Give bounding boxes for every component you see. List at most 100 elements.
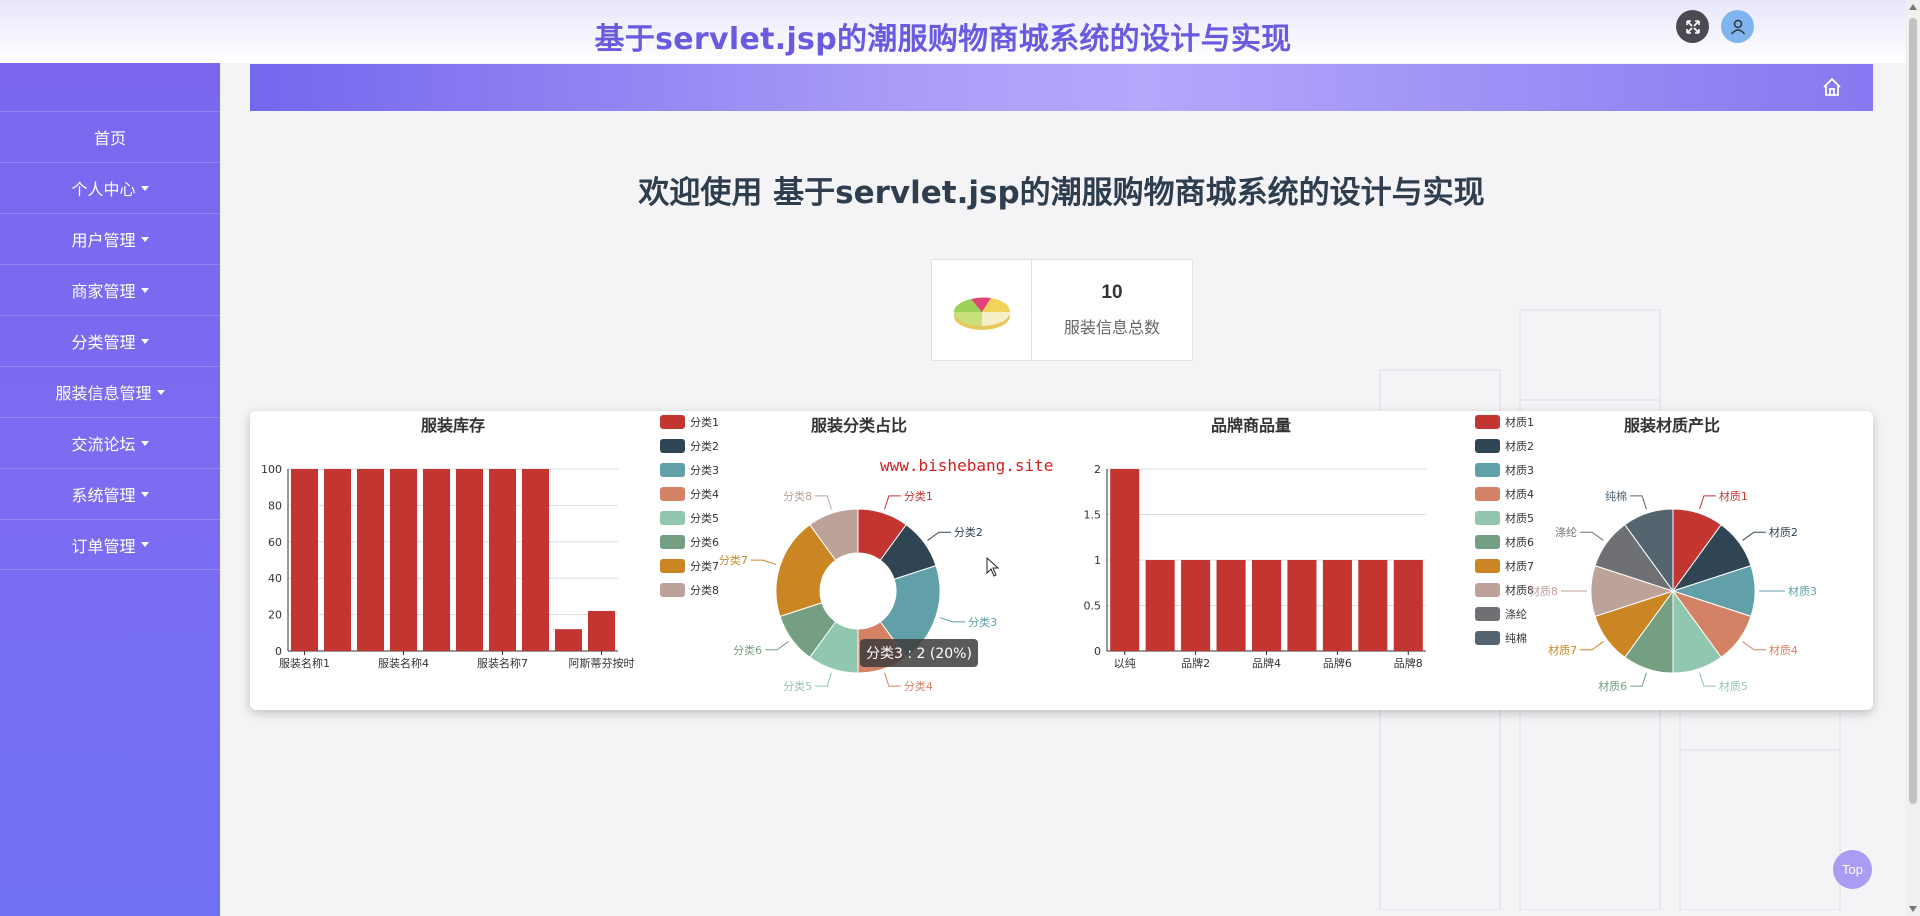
legend-label: 分类2	[690, 439, 719, 453]
legend-swatch	[1475, 607, 1500, 621]
pie-label: 材质8	[1529, 584, 1558, 598]
sidebar-item-label: 分类管理	[71, 333, 136, 352]
pie-label-line	[1742, 641, 1766, 651]
stat-label: 服装信息总数	[1063, 318, 1160, 337]
x-tick-label: 服装名称1	[279, 656, 330, 670]
caret-down-icon	[140, 338, 149, 344]
legend-swatch	[1475, 631, 1500, 645]
caret-down-icon	[156, 389, 165, 395]
sidebar-item[interactable]: 服装信息管理	[0, 366, 220, 417]
legend-swatch	[1475, 415, 1500, 429]
sidebar-item[interactable]: 首页	[0, 111, 220, 162]
sidebar-item-label: 交流论坛	[71, 435, 136, 454]
chart-title: 品牌商品量	[1211, 416, 1291, 435]
legend-label: 涤纶	[1505, 607, 1527, 621]
sidebar: 首页个人中心用户管理 商家管理分类管理服装信息管理 交流论坛系统管理 订单管理	[0, 63, 220, 916]
watermark-text: www.bishebang.site	[880, 456, 1054, 475]
y-tick-label: 0	[1094, 645, 1101, 658]
caret-down-icon	[140, 236, 149, 242]
scroll-up-arrow-icon[interactable]	[1909, 4, 1917, 10]
legend-label: 材质1	[1505, 415, 1534, 429]
x-tick-label: 阿斯蒂芬按时	[569, 656, 635, 670]
sidebar-item-label: 服装信息管理	[55, 384, 152, 403]
bar	[290, 469, 319, 651]
sidebar-item[interactable]: 用户管理	[0, 213, 220, 264]
bar	[1110, 469, 1140, 651]
y-tick-label: 1	[1094, 554, 1101, 567]
legend-label: 分类6	[690, 535, 719, 549]
pie-label: 分类6	[733, 643, 762, 657]
bar	[1251, 560, 1282, 651]
legend-label: 材质5	[1505, 511, 1534, 525]
pie-label-line	[1699, 495, 1716, 510]
pie-label-line	[815, 495, 832, 510]
bar	[554, 629, 583, 651]
mouse-cursor-icon	[986, 557, 1000, 577]
pie-label: 材质3	[1788, 584, 1817, 598]
bar	[356, 469, 385, 651]
y-tick-label: 2	[1094, 463, 1101, 476]
pie-label: 分类7	[719, 553, 748, 567]
stat-value: 10	[1101, 282, 1123, 303]
pie-label-line	[815, 672, 832, 687]
sidebar-item[interactable]: 交流论坛	[0, 417, 220, 468]
pie-label-line	[1630, 672, 1647, 687]
y-tick-label: 100	[261, 463, 282, 476]
fullscreen-button[interactable]	[1676, 10, 1709, 43]
pie-label-line	[1580, 531, 1604, 541]
legend-swatch	[1475, 535, 1500, 549]
sidebar-nav: 首页个人中心用户管理 商家管理分类管理服装信息管理 交流论坛系统管理 订单管理	[0, 111, 220, 570]
legend-swatch	[660, 559, 685, 573]
caret-down-icon	[140, 287, 149, 293]
pie-label: 分类8	[783, 489, 812, 503]
fullscreen-icon	[1685, 19, 1700, 34]
sidebar-item[interactable]: 订单管理	[0, 519, 220, 570]
legend-swatch	[1475, 463, 1500, 477]
legend-swatch	[660, 535, 685, 549]
bar	[1287, 560, 1317, 651]
x-tick-label: 品牌8	[1394, 656, 1423, 670]
vertical-scrollbar[interactable]	[1906, 0, 1920, 916]
legend-label: 分类4	[690, 487, 719, 501]
pie-label-line	[884, 495, 901, 510]
pie-label-line	[1580, 641, 1604, 651]
pie-label: 材质6	[1598, 679, 1627, 693]
pie-label-line	[1630, 495, 1647, 510]
user-button[interactable]	[1721, 10, 1754, 43]
legend-label: 分类1	[690, 415, 719, 429]
charts-card: 服装库存 0 20 40 60 80 100 服装名称1 服装名称4 服装名称7 阿斯蒂芬按时 分类1…	[250, 411, 1873, 710]
pie-label-line	[939, 617, 966, 623]
pie-label: 分类5	[783, 679, 812, 693]
scroll-thumb[interactable]	[1909, 18, 1917, 804]
bar	[389, 469, 418, 651]
scroll-down-arrow-icon[interactable]	[1909, 906, 1917, 912]
user-icon	[1730, 19, 1745, 34]
sidebar-item[interactable]: 分类管理	[0, 315, 220, 366]
sidebar-item[interactable]: 系统管理	[0, 468, 220, 519]
pie-label: 材质7	[1548, 643, 1577, 657]
pie-label-line	[927, 531, 951, 541]
legend-label: 分类8	[690, 583, 719, 597]
legend-label: 纯棉	[1505, 631, 1527, 645]
pie-chart-icon	[953, 297, 1010, 330]
bar	[1358, 560, 1388, 651]
legend-label: 材质4	[1505, 487, 1534, 501]
legend-swatch	[660, 487, 685, 501]
sidebar-item[interactable]: 商家管理	[0, 264, 220, 315]
legend-label: 分类7	[690, 559, 719, 573]
bar	[1145, 560, 1175, 651]
x-tick-label: 以纯	[1114, 657, 1136, 670]
pie-label: 分类1	[904, 489, 933, 503]
sidebar-item-label: 个人中心	[71, 180, 136, 199]
stat-icon-box	[932, 260, 1032, 360]
welcome-heading: 欢迎使用 基于servlet.jsp的潮服购物商城系统的设计与实现	[638, 175, 1485, 211]
legend-swatch	[660, 583, 685, 597]
pie-label: 纯棉	[1605, 489, 1627, 503]
home-icon[interactable]	[1821, 76, 1843, 98]
chart-tooltip: 分类3 : 2 (20%)	[860, 639, 978, 667]
sidebar-top-spacer	[0, 63, 220, 111]
chart-title: 服装材质产比	[1624, 416, 1720, 435]
sidebar-item[interactable]: 个人中心	[0, 162, 220, 213]
y-tick-label: 0.5	[1084, 600, 1102, 613]
back-to-top-button[interactable]: Top	[1833, 850, 1872, 889]
